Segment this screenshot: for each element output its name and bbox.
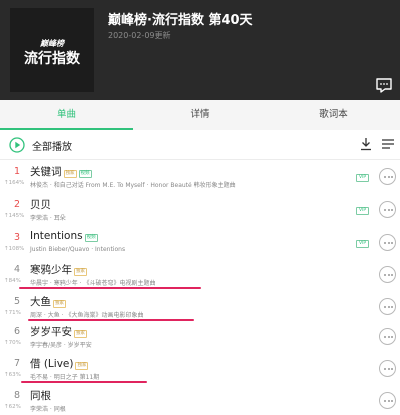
- song-row[interactable]: 4 ↑84% 寒鸦少年 独家华晨宇 · 寒鸦少年 · 《斗破苍穹》电视剧主题曲: [0, 260, 400, 292]
- trend-percent: ↑84%: [4, 278, 21, 284]
- rank-number: 7: [13, 358, 21, 369]
- more-options-icon[interactable]: [379, 298, 396, 315]
- tab-lyrics[interactable]: 歌词本: [267, 100, 400, 130]
- trend-percent: ↑71%: [4, 310, 21, 316]
- rank-number: 4: [13, 264, 21, 275]
- song-title: 寒鸦少年: [30, 264, 72, 276]
- play-circle-icon[interactable]: [9, 137, 25, 153]
- download-icon[interactable]: [360, 137, 372, 151]
- song-artist-album: 周深 · 大鱼 · 《大鱼海棠》动画电影印象曲: [30, 312, 144, 319]
- list-toolbar: 全部播放: [0, 130, 400, 160]
- song-title-line: 大鱼 独家: [30, 294, 66, 309]
- cover-title: 流行指数: [24, 51, 80, 67]
- video-badge: 视频: [78, 170, 92, 178]
- more-options-icon[interactable]: [379, 201, 396, 218]
- rank-number: 1: [13, 166, 21, 177]
- chart-header: 巅峰榜 流行指数 巅峰榜·流行指数 第40天 2020-02-09更新: [0, 0, 400, 100]
- song-title: Intentions: [30, 230, 83, 242]
- trend-percent: ↑164%: [4, 180, 25, 186]
- more-options-icon[interactable]: [379, 360, 396, 377]
- song-artist-album: 李荣浩 · 同根: [30, 406, 66, 413]
- song-row[interactable]: 7 ↑63% 借 (Live) 独家毛不易 · 明日之子 第11期: [0, 354, 400, 386]
- tab-bar: 单曲 详情 歌词本: [0, 100, 400, 130]
- song-title: 大鱼: [30, 296, 51, 308]
- song-artist-album: 华晨宇 · 寒鸦少年 · 《斗破苍穹》电视剧主题曲: [30, 280, 156, 287]
- trend-percent: ↑63%: [4, 372, 21, 378]
- comment-icon[interactable]: [375, 78, 393, 94]
- highlight-underline: [28, 319, 194, 321]
- song-artist-album: 李荣浩 · 耳朵: [30, 215, 66, 222]
- song-title: 关键词: [30, 166, 62, 178]
- rank-number: 8: [13, 390, 21, 401]
- chart-cover[interactable]: 巅峰榜 流行指数: [10, 8, 94, 92]
- song-row[interactable]: 1 ↑164% 关键词 独家 视频林俊杰 · 和自己对话 From M.E. To My…: [0, 162, 400, 194]
- tab-details[interactable]: 详情: [133, 100, 267, 130]
- exclusive-badge: 独家: [74, 330, 87, 338]
- exclusive-badge: 独家: [53, 300, 66, 308]
- song-title-line: 同根: [30, 388, 51, 403]
- vip-tag: VIP: [356, 207, 370, 215]
- video-badge: 视频: [84, 234, 98, 242]
- song-artist-album: Justin Bieber/Quavo · Intentions: [30, 246, 126, 253]
- rank-number: 5: [13, 296, 21, 307]
- tab-songs[interactable]: 单曲: [0, 100, 133, 130]
- rank-number: 3: [13, 232, 21, 243]
- vip-tag: VIP: [356, 174, 370, 182]
- song-title: 借 (Live): [30, 358, 74, 370]
- rank-number: 2: [13, 199, 21, 210]
- song-title-line: 寒鸦少年 独家: [30, 262, 87, 277]
- exclusive-badge: 独家: [75, 362, 89, 370]
- highlight-underline: [21, 381, 147, 383]
- page-title: 巅峰榜·流行指数 第40天: [108, 13, 253, 28]
- more-options-icon[interactable]: [379, 266, 396, 283]
- rank-number: 6: [13, 326, 21, 337]
- play-all-button[interactable]: 全部播放: [32, 138, 72, 153]
- trend-percent: ↑62%: [4, 404, 21, 410]
- multi-select-icon[interactable]: [382, 138, 394, 150]
- exclusive-badge: 独家: [74, 268, 87, 276]
- exclusive-badge: 独家: [63, 170, 77, 178]
- vip-tag: VIP: [356, 240, 370, 248]
- more-options-icon[interactable]: [379, 392, 396, 409]
- song-title-line: 岁岁平安 独家: [30, 324, 87, 339]
- song-artist-album: 林俊杰 · 和自己对话 From M.E. To Myself · Honor …: [30, 182, 236, 189]
- trend-percent: ↑108%: [4, 246, 25, 252]
- song-artist-album: 毛不易 · 明日之子 第11期: [30, 374, 100, 381]
- trend-percent: ↑70%: [4, 340, 21, 346]
- song-artist-album: 李宇春/吴彦 · 岁岁平安: [30, 342, 92, 349]
- more-options-icon[interactable]: [379, 328, 396, 345]
- song-title-line: 关键词 独家 视频: [30, 164, 92, 179]
- song-row[interactable]: 2 ↑145% 贝贝李荣浩 · 耳朵 VIP: [0, 195, 400, 227]
- song-row[interactable]: 3 ↑108% Intentions 视频 Justin Bieber/Quavo · …: [0, 228, 400, 260]
- song-title: 岁岁平安: [30, 326, 72, 338]
- more-options-icon[interactable]: [379, 168, 396, 185]
- song-title: 同根: [30, 390, 51, 402]
- song-title-line: 借 (Live) 独家: [30, 356, 89, 371]
- update-date: 2020-02-09更新: [108, 31, 171, 40]
- song-title: 贝贝: [30, 199, 51, 211]
- song-title-line: Intentions 视频: [30, 230, 98, 242]
- song-title-line: 贝贝: [30, 197, 51, 212]
- song-row[interactable]: 6 ↑70% 岁岁平安 独家李宇春/吴彦 · 岁岁平安: [0, 322, 400, 354]
- trend-percent: ↑145%: [4, 213, 25, 219]
- highlight-underline: [19, 287, 201, 289]
- song-row[interactable]: 8 ↑62% 同根李荣浩 · 同根: [0, 386, 400, 415]
- more-options-icon[interactable]: [379, 234, 396, 251]
- song-row[interactable]: 5 ↑71% 大鱼 独家周深 · 大鱼 · 《大鱼海棠》动画电影印象曲: [0, 292, 400, 324]
